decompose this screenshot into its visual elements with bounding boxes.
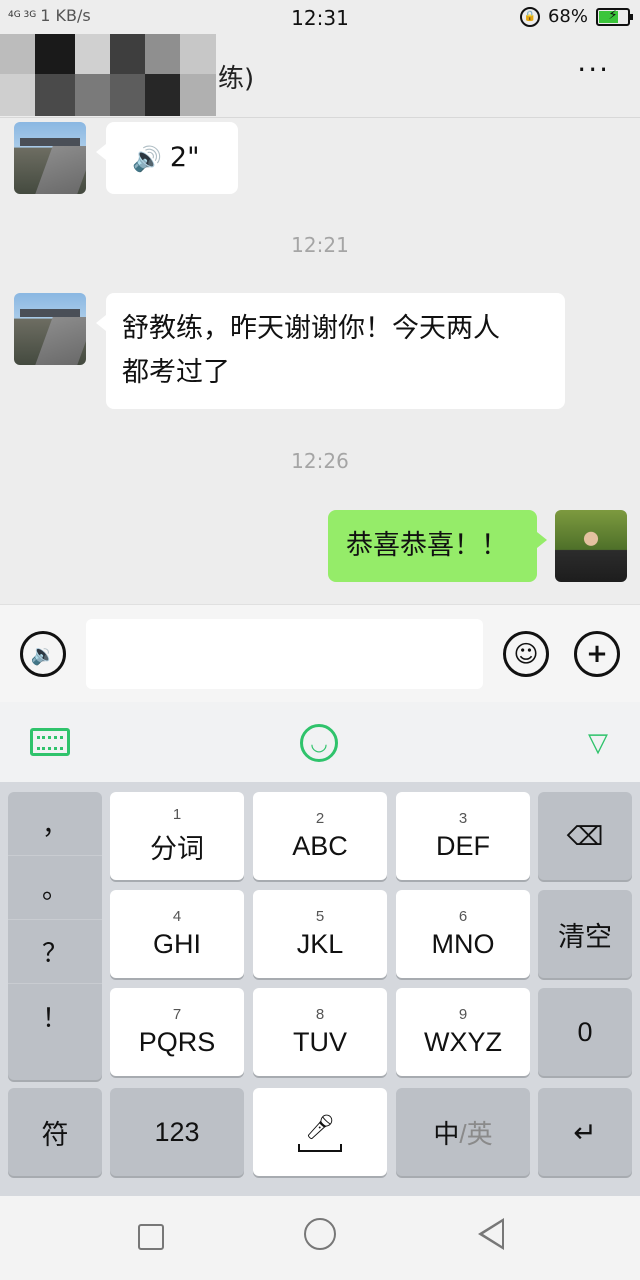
more-options-button[interactable]: ···: [577, 56, 610, 84]
recent-apps-icon[interactable]: [138, 1224, 164, 1250]
key-label: GHI: [152, 929, 201, 959]
more-functions-button[interactable]: +: [574, 631, 620, 677]
input-bar: 🔉 ☺ +: [0, 604, 640, 702]
enter-icon: ↵: [573, 1116, 597, 1148]
message-text-line: 舒教练，昨天谢谢你！今天两人: [122, 313, 500, 344]
key-label: WXYZ: [424, 1027, 502, 1057]
symbol-key[interactable]: 符: [8, 1088, 102, 1176]
charging-icon: ⚡: [608, 7, 618, 23]
key-label: TUV: [293, 1027, 347, 1057]
voice-message-bubble[interactable]: 🔊 2": [96, 122, 238, 194]
status-bar: 4G 3G 1 KB/s 12:31 🔒 68% ⚡: [0, 0, 640, 34]
voice-icon: 🔉: [30, 642, 56, 666]
punctuation-column: ， 。 ？ ！: [8, 792, 102, 1080]
key-label: 0: [577, 1016, 593, 1047]
system-nav-bar: [0, 1196, 640, 1280]
key-label: 符: [41, 1119, 69, 1150]
enter-key[interactable]: ↵: [538, 1088, 632, 1176]
key-number: 1: [172, 806, 182, 823]
language-switch-key[interactable]: 中/英: [396, 1088, 530, 1176]
numeric-key[interactable]: 123: [110, 1088, 244, 1176]
keyboard-toolbar: ◡ ▽: [0, 702, 640, 782]
key-label: MNO: [431, 929, 495, 959]
battery-percent: 68%: [547, 6, 588, 27]
chinese-label: 中: [433, 1118, 460, 1149]
key-label: DEF: [436, 831, 490, 861]
home-icon[interactable]: [304, 1218, 336, 1250]
keyboard-emoji-icon[interactable]: ◡: [300, 724, 338, 762]
key-6[interactable]: 6 MNO: [396, 890, 530, 978]
battery-icon: ⚡: [596, 7, 633, 26]
key-number: 7: [172, 1006, 182, 1023]
key-number: 4: [172, 908, 182, 925]
chat-title: 练): [218, 64, 255, 94]
punct-key-question[interactable]: ？: [8, 920, 102, 984]
key-number: 5: [315, 908, 325, 925]
text-message-bubble[interactable]: 舒教练，昨天谢谢你！今天两人 都考过了: [96, 293, 565, 409]
backspace-key[interactable]: ⌫: [538, 792, 632, 880]
key-label: JKL: [296, 929, 344, 959]
key-8[interactable]: 8 TUV: [253, 988, 387, 1076]
message-timestamp: 12:26: [291, 449, 349, 473]
key-label: 分词: [150, 834, 204, 864]
t9-keyboard: ， 。 ？ ！ 1 分词 2 ABC 3 DEF ⌫ 4 GHI 5 JKL 6…: [0, 782, 640, 1196]
rotation-lock-icon: 🔒: [519, 6, 540, 27]
message-input[interactable]: [86, 619, 483, 689]
message-text-line: 都考过了: [122, 357, 230, 388]
key-3[interactable]: 3 DEF: [396, 792, 530, 880]
key-2[interactable]: 2 ABC: [253, 792, 387, 880]
zero-key[interactable]: 0: [538, 988, 632, 1076]
emoji-button[interactable]: ☺: [503, 631, 549, 677]
key-label: 清空: [558, 921, 612, 952]
key-5[interactable]: 5 JKL: [253, 890, 387, 978]
voice-input-button[interactable]: 🔉: [20, 631, 66, 677]
key-1[interactable]: 1 分词: [110, 792, 244, 880]
voice-wave-icon: 🔊: [132, 144, 162, 173]
plus-icon: +: [586, 639, 608, 669]
hide-keyboard-icon[interactable]: ▽: [588, 728, 608, 758]
key-label: 123: [154, 1116, 200, 1147]
key-9[interactable]: 9 WXYZ: [396, 988, 530, 1076]
keyboard-switch-icon[interactable]: [30, 728, 70, 756]
own-avatar[interactable]: [555, 510, 627, 582]
blurred-title: [0, 34, 220, 116]
microphone-icon: 🎤︎: [304, 1113, 336, 1141]
back-icon-inner: [483, 1222, 502, 1246]
key-label: ABC: [292, 831, 348, 861]
message-timestamp: 12:21: [291, 233, 349, 257]
smile-icon: ☺: [513, 640, 539, 668]
key-number: 3: [458, 810, 468, 827]
space-bar-icon: [298, 1143, 342, 1152]
key-label: PQRS: [138, 1027, 216, 1057]
clear-key[interactable]: 清空: [538, 890, 632, 978]
message-text: 恭喜恭喜！！: [346, 530, 508, 561]
punct-key-period[interactable]: 。: [8, 856, 102, 920]
contact-avatar[interactable]: [14, 122, 86, 194]
own-message-bubble[interactable]: 恭喜恭喜！！: [328, 510, 547, 582]
key-number: 2: [315, 810, 325, 827]
backspace-icon: ⌫: [566, 820, 604, 851]
key-number: 9: [458, 1006, 468, 1023]
chat-header: 练) ···: [0, 34, 640, 118]
key-number: 6: [458, 908, 468, 925]
punct-key-comma[interactable]: ，: [8, 792, 102, 856]
contact-avatar[interactable]: [14, 293, 86, 365]
key-4[interactable]: 4 GHI: [110, 890, 244, 978]
punct-key-exclaim[interactable]: ！: [8, 984, 102, 1048]
english-label: /英: [459, 1118, 493, 1149]
key-number: 8: [315, 1006, 325, 1023]
space-voice-key[interactable]: 🎤︎: [253, 1088, 387, 1176]
voice-duration: 2": [169, 142, 200, 173]
key-7[interactable]: 7 PQRS: [110, 988, 244, 1076]
